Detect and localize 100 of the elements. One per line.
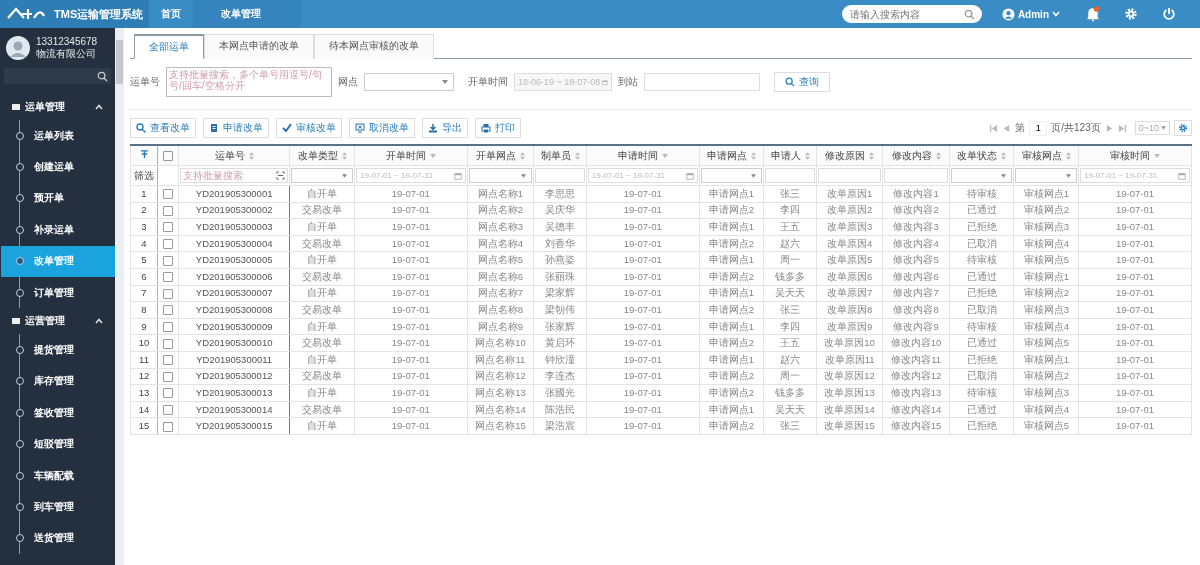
checkbox[interactable] [163, 288, 173, 299]
toolbar-button[interactable]: 审核改单 [276, 118, 342, 138]
checkbox[interactable] [163, 150, 173, 161]
filter-field[interactable] [765, 168, 815, 183]
toolbar-button[interactable]: 查看改单 [130, 118, 196, 138]
scan-icon[interactable] [276, 171, 286, 180]
table-cell: 王五 [780, 337, 800, 349]
checkbox[interactable] [163, 322, 173, 333]
sort-icon[interactable] [935, 151, 941, 160]
sort-icon[interactable] [1154, 153, 1161, 158]
table-cell: YD201905300002 [195, 204, 273, 216]
menu-item[interactable]: 补录运单 [1, 214, 115, 246]
menu-item[interactable]: 送货管理 [1, 522, 115, 555]
checkbox[interactable] [163, 371, 173, 382]
table-cell: 19-07-01 [623, 303, 662, 315]
toolbar-button[interactable]: 打印 [475, 118, 521, 138]
table-cell: 待审核 [966, 386, 997, 398]
settings-icon[interactable] [1124, 7, 1138, 21]
scrollbar-thumb[interactable] [116, 40, 123, 84]
menu-item[interactable]: 订单管理 [1, 276, 115, 309]
sort-icon[interactable] [574, 151, 580, 160]
page-field[interactable]: 1 [1029, 120, 1048, 136]
filter-field[interactable] [535, 168, 585, 183]
filter-field[interactable] [884, 168, 948, 183]
checkbox[interactable] [163, 305, 173, 316]
table-cell: 改单原因13 [824, 386, 875, 398]
table-cell: 修改内容4 [893, 237, 939, 249]
power-icon[interactable] [1162, 7, 1176, 21]
pager-text: 页/共123页 [1051, 121, 1101, 135]
nav-tab[interactable]: 改单管理 [193, 0, 302, 28]
prev-page-icon[interactable] [1002, 123, 1012, 133]
menu-item[interactable]: 预开单 [1, 182, 115, 215]
calendar-icon [1178, 171, 1186, 180]
sort-icon[interactable] [804, 151, 810, 160]
checkbox[interactable] [163, 189, 173, 200]
filter-icon[interactable] [139, 149, 149, 159]
filter-select[interactable] [700, 168, 763, 183]
filter-select[interactable] [1015, 168, 1078, 183]
sort-icon[interactable] [661, 153, 668, 158]
site-select[interactable] [364, 73, 454, 91]
sort-icon[interactable] [1001, 151, 1007, 160]
sort-icon[interactable] [519, 151, 525, 160]
menu-item[interactable]: 车辆配载 [1, 459, 115, 492]
tab[interactable]: 待本网点审核的改单 [314, 34, 434, 59]
menu-item[interactable]: 库存管理 [1, 365, 115, 398]
toolbar-button[interactable]: 申请改单 [203, 118, 269, 138]
tab[interactable]: 全部运单 [134, 34, 204, 59]
first-page-icon[interactable] [989, 123, 999, 133]
menu-item[interactable]: 提货管理 [1, 334, 115, 366]
table-cell: 已拒绝 [966, 420, 997, 432]
filter-select[interactable] [468, 168, 533, 183]
search-field[interactable]: 请输入搜索内容 [841, 5, 982, 23]
checkbox[interactable] [163, 272, 173, 283]
checkbox[interactable] [163, 355, 173, 366]
waybill-field[interactable]: 支持批量搜索，多个单号用逗号/句号/回车/空格分开 [166, 67, 332, 97]
menu-item[interactable]: 创建运单 [1, 151, 115, 183]
next-page-icon[interactable] [1104, 123, 1114, 133]
checkbox[interactable] [163, 388, 173, 399]
bell-icon[interactable] [1086, 6, 1100, 22]
filter-select[interactable] [291, 168, 353, 183]
nav-tab[interactable]: 首页 [149, 0, 194, 28]
menu-group[interactable]: 运单管理 [0, 94, 115, 120]
menu-item[interactable]: 签收管理 [1, 397, 115, 429]
column-header[interactable]: 运单号 [214, 149, 245, 162]
sort-icon[interactable] [1065, 151, 1071, 160]
station-field[interactable] [644, 73, 760, 91]
table-cell: 19-07-01 [1116, 221, 1155, 232]
table-cell: 交易改单 [302, 337, 343, 349]
last-page-icon[interactable] [1117, 123, 1127, 133]
sort-icon[interactable] [429, 153, 436, 158]
checkbox[interactable] [163, 239, 173, 250]
checkbox[interactable] [163, 205, 173, 216]
calendar-icon [685, 171, 694, 180]
menu-item[interactable]: 短驳管理 [1, 428, 115, 460]
table-cell: 修改内容11 [891, 353, 942, 365]
sort-icon[interactable] [869, 151, 875, 160]
filter-field[interactable]: 支持批量搜索 [180, 168, 289, 183]
user-menu[interactable]: Admin [1001, 7, 1060, 21]
column-settings-button[interactable] [1174, 120, 1192, 136]
sort-icon[interactable] [750, 151, 756, 160]
sidebar-search-field[interactable] [4, 68, 111, 84]
checkbox[interactable] [163, 421, 173, 432]
sort-icon[interactable] [248, 151, 254, 160]
query-button[interactable]: 查询 [774, 72, 830, 92]
filter-select[interactable] [950, 168, 1013, 183]
menu-item[interactable]: 到车管理 [1, 491, 115, 523]
toolbar-button[interactable]: 取消改单 [349, 118, 415, 138]
filter-field[interactable] [817, 168, 882, 183]
table-cell: 申请网点2 [708, 337, 754, 349]
table-cell: 已通过 [966, 270, 997, 282]
sort-icon[interactable] [341, 151, 347, 160]
tab[interactable]: 本网点申请的改单 [204, 34, 314, 59]
table-cell: 已拒绝 [966, 353, 997, 365]
checkbox[interactable] [163, 222, 173, 233]
menu-item[interactable]: 运单列表 [1, 120, 115, 152]
toolbar-button[interactable]: 导出 [422, 118, 468, 138]
menu-group[interactable]: 运营管理 [0, 308, 115, 335]
checkbox[interactable] [163, 255, 173, 266]
checkbox[interactable] [163, 405, 173, 415]
checkbox[interactable] [163, 338, 173, 349]
